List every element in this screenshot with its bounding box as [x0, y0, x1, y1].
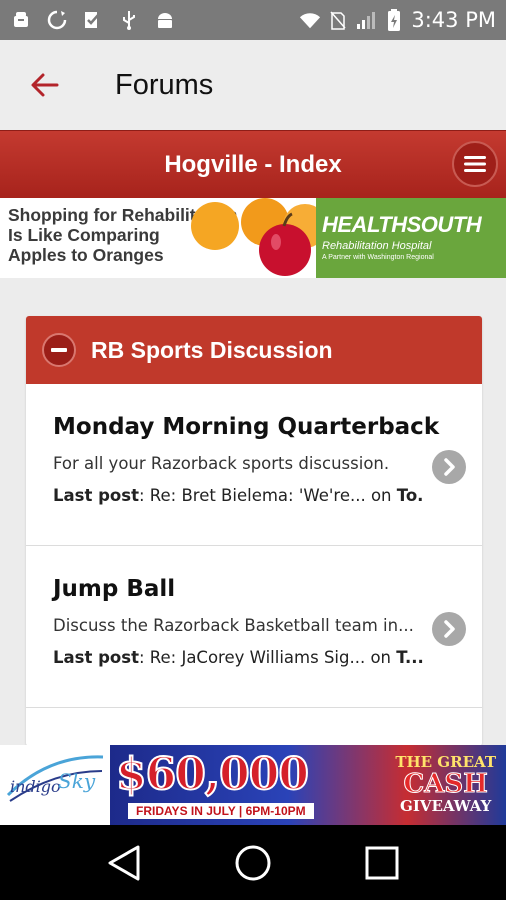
last-post-text: : Re: Bret Bielema: 'We're... on	[138, 486, 397, 505]
logo-sky-text: Sky	[58, 769, 96, 793]
page-title: Forums	[115, 68, 214, 101]
logo-indigo-text: indigo	[10, 777, 61, 796]
signal-icon	[355, 9, 377, 31]
section-header[interactable]: RB Sports Discussion	[26, 316, 482, 384]
menu-button[interactable]	[452, 141, 498, 187]
android-icon	[154, 9, 176, 31]
battery-icon	[383, 9, 405, 31]
nav-recents-button[interactable]	[357, 838, 407, 888]
nav-back-icon	[108, 845, 140, 880]
forum-item-last-post: Last post: Re: Bret Bielema: 'We're... o…	[53, 486, 423, 505]
nav-home-icon	[235, 845, 271, 880]
prize-schedule: FRIDAYS IN JULY | 6PM-10PM	[128, 803, 314, 819]
forum-item-title-text: Monday Morning Quarterback	[53, 414, 440, 440]
arrow-left-icon	[31, 73, 59, 97]
minus-icon	[51, 348, 67, 352]
usb-icon	[118, 9, 140, 31]
status-left-icons	[10, 9, 176, 31]
hamburger-menu-icon	[464, 156, 486, 172]
forum-item-monday-morning-quarterback[interactable]: Monday Morning Quarterback For all your …	[26, 384, 482, 546]
last-post-label: Last post	[53, 486, 139, 505]
forum-item-title: Jump Ball	[53, 576, 482, 602]
giveaway-line2: CASH	[403, 769, 488, 799]
ad-brand-name: HEALTHSOUTH	[322, 212, 482, 237]
chevron-right-icon[interactable]	[432, 450, 466, 484]
giveaway-title: THE GREAT CASH GIVEAWAY	[395, 751, 496, 817]
prize-amount: $60,000	[115, 748, 310, 801]
forum-section-card: RB Sports Discussion Monday Morning Quar…	[26, 316, 482, 746]
forum-item-title: Monday Morning Quarterback	[53, 414, 482, 440]
chevron-right-icon[interactable]	[432, 612, 466, 646]
giveaway-line3: GIVEAWAY	[400, 797, 492, 815]
collapse-button[interactable]	[42, 333, 76, 367]
status-right-icons: 3:43 PM	[299, 8, 496, 32]
forum-item-partial[interactable]	[26, 708, 482, 746]
indigo-sky-logo: indigo Sky	[0, 745, 110, 825]
forum-item-last-post: Last post: Re: JaCorey Williams Sig... o…	[53, 648, 423, 667]
forum-index-title: Hogville - Index	[164, 150, 342, 178]
ad-banner-top[interactable]: Shopping for Rehabilitation Is Like Comp…	[0, 198, 506, 278]
no-sim-icon	[327, 9, 349, 31]
forum-item-description: For all your Razorback sports discussion…	[53, 454, 390, 473]
back-button[interactable]	[0, 40, 88, 130]
ad-banner-bottom[interactable]: indigo Sky $60,000 FRIDAYS IN JULY | 6PM…	[0, 745, 506, 825]
app-bar: Forums	[0, 40, 506, 130]
ad-top-left: Shopping for Rehabilitation Is Like Comp…	[0, 198, 316, 278]
android-debug-icon	[10, 9, 32, 31]
last-post-label: Last post	[53, 648, 139, 667]
ad-top-brand: HEALTHSOUTH Rehabilitation Hospital A Pa…	[316, 198, 506, 278]
nav-home-button[interactable]	[228, 838, 278, 888]
wifi-icon	[299, 9, 321, 31]
section-title: RB Sports Discussion	[91, 336, 333, 363]
status-time: 3:43 PM	[411, 8, 496, 32]
task-check-icon	[82, 9, 104, 31]
last-post-topic: To...	[396, 486, 423, 505]
forum-item-title-text: Jump Ball	[53, 576, 176, 602]
nav-recents-icon	[365, 846, 399, 879]
sync-icon	[46, 9, 68, 31]
ad-brand-sub: Rehabilitation Hospital	[322, 240, 432, 252]
ad-brand-partner: A Partner with Washington Regional	[322, 254, 434, 261]
forum-header: Hogville - Index	[0, 130, 506, 198]
forum-item-description: Discuss the Razorback Basketball team in…	[53, 616, 414, 635]
last-post-text: : Re: JaCorey Williams Sig... on	[138, 648, 397, 667]
forum-item-jump-ball[interactable]: Jump Ball Discuss the Razorback Basketba…	[26, 546, 482, 708]
fruit-illustration-icon	[191, 198, 316, 276]
status-bar: 3:43 PM	[0, 0, 506, 40]
last-post-topic: T...	[396, 648, 423, 667]
nav-back-button[interactable]	[99, 838, 149, 888]
system-nav-bar	[0, 825, 506, 900]
cash-giveaway-ad: $60,000 FRIDAYS IN JULY | 6PM-10PM THE G…	[110, 745, 506, 825]
